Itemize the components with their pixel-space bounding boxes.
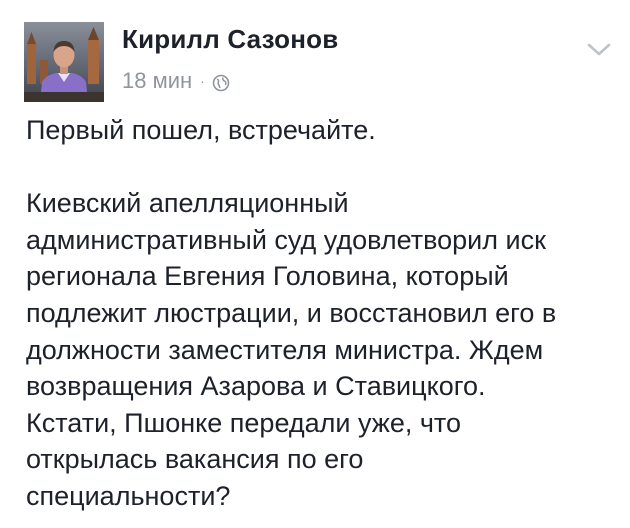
post-meta: 18 мин · [122, 68, 230, 94]
post-paragraph: регионала Евгения Головина, который [26, 258, 621, 295]
post-line: Киевский апелляционный [26, 188, 349, 219]
post-paragraph: Кстати, Пшонке передали уже, что [26, 405, 621, 442]
avatar[interactable] [24, 22, 104, 102]
post-line: подлежит люстрации, и восстановил его в [26, 297, 557, 328]
post-line: регионала Евгения Головина, который [26, 261, 509, 292]
post-line: административный суд удовлетворил иск [26, 224, 546, 255]
timestamp[interactable]: 18 мин [122, 68, 192, 94]
chevron-down-icon[interactable] [584, 38, 614, 60]
post-line: должности заместителя министра. Ждем [26, 334, 544, 365]
profile-photo [24, 22, 104, 102]
post-line: специальности? [26, 480, 231, 511]
post-text: Первый пошел, встречайте. Киевский апелл… [26, 112, 621, 515]
post-paragraph: Первый пошел, встречайте. [26, 112, 621, 149]
post-paragraph: возвращения Азарова и Ставицкого. [26, 368, 621, 405]
meta-separator: · [200, 73, 205, 89]
post-paragraph: подлежит люстрации, и восстановил его в [26, 295, 621, 332]
author-name[interactable]: Кирилл Сазонов [122, 24, 338, 55]
globe-icon[interactable] [212, 72, 230, 92]
post-paragraph: Киевский апелляционный [26, 185, 621, 222]
post-line: возвращения Азарова и Ставицкого. [26, 371, 486, 402]
post-paragraph: должности заместителя министра. Ждем [26, 332, 621, 369]
post-paragraph: административный суд удовлетворил иск [26, 222, 621, 259]
facebook-post: Кирилл Сазонов 18 мин · Первый пошел, вс… [0, 0, 630, 528]
post-paragraph: открылась вакансия по его [26, 441, 621, 478]
post-paragraph: специальности? [26, 478, 621, 515]
post-line: Первый пошел, встречайте. [26, 115, 376, 145]
post-line: открылась вакансия по его [26, 444, 364, 475]
post-line: Кстати, Пшонке передали уже, что [26, 407, 462, 438]
